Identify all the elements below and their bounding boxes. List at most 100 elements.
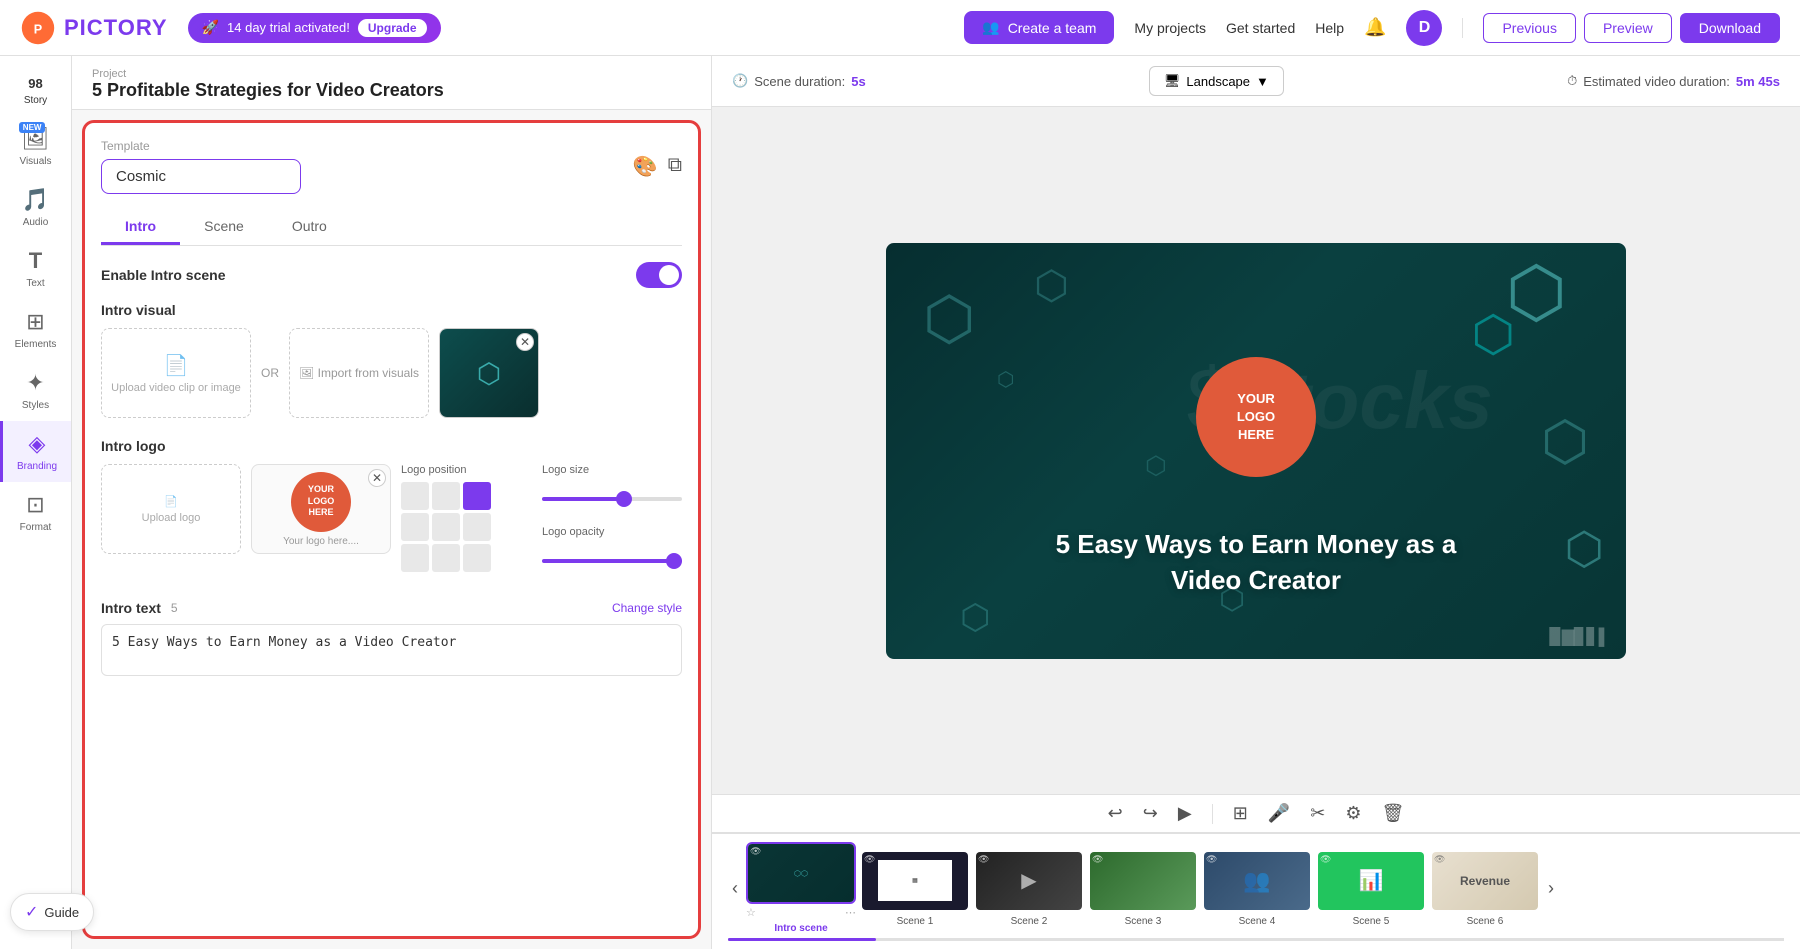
sidebar-item-audio[interactable]: 🎵 Audio <box>0 177 71 238</box>
landscape-icon: 🖥 <box>1164 73 1181 89</box>
intro-text-area[interactable]: 5 Easy Ways to Earn Money as a Video Cre… <box>101 624 682 676</box>
enable-intro-label: Enable Intro scene <box>101 267 225 283</box>
scene5-label: Scene 5 <box>1353 916 1390 927</box>
upgrade-button[interactable]: Upgrade <box>358 19 427 37</box>
hex-deco-2: ⬡ <box>1034 263 1069 309</box>
notification-icon[interactable]: 🔔 <box>1364 17 1386 38</box>
s6-eye-icon: 👁 <box>1434 854 1445 865</box>
guide-label: Guide <box>44 905 79 920</box>
tab-intro[interactable]: Intro <box>101 210 180 245</box>
pos-cell-tl[interactable] <box>401 482 429 510</box>
logo-row: 📄 Upload logo ✕ YOURLOGOHERE Your logo h… <box>101 464 682 584</box>
mic-button[interactable]: 🎤 <box>1268 803 1290 824</box>
strip-nav-left[interactable]: ‹ <box>728 878 742 899</box>
sidebar-item-styles[interactable]: ✦ Styles <box>0 360 71 421</box>
help-link[interactable]: Help <box>1315 20 1344 36</box>
pos-cell-bm[interactable] <box>432 544 460 572</box>
preview-button[interactable]: Preview <box>1584 13 1672 43</box>
delete-button[interactable]: 🗑 <box>1381 803 1404 824</box>
copy-icon[interactable]: ⧉ <box>668 154 682 179</box>
hex-decoration: ⬡ <box>477 357 501 390</box>
scene-eye-icon: 👁 <box>750 846 761 857</box>
scene-thumb-3[interactable]: 👁 Scene 3 <box>1088 850 1198 927</box>
sidebar-item-text[interactable]: T Text <box>0 238 71 299</box>
logo-preview: ✕ YOURLOGOHERE Your logo here.... <box>251 464 391 554</box>
tab-scene[interactable]: Scene <box>180 210 268 245</box>
scene-thumb-6[interactable]: Revenue 👁 Scene 6 <box>1430 850 1540 927</box>
template-input[interactable] <box>101 159 301 194</box>
video-title: 5 Easy Ways to Earn Money as aVideo Crea… <box>886 526 1626 599</box>
settings-button[interactable]: ⚙ <box>1345 803 1361 824</box>
logo-position-label: Logo position <box>401 464 522 476</box>
strip-progress <box>728 938 1784 941</box>
project-header: Project 5 Profitable Strategies for Vide… <box>72 56 711 110</box>
intro-scene-img: ⬡⬡ 👁 <box>746 842 856 904</box>
palette-icon[interactable]: 🎨 <box>633 154 658 179</box>
intro-visual-label: Intro visual <box>101 302 682 318</box>
my-projects-link[interactable]: My projects <box>1134 20 1206 36</box>
hex-deco-9: ⬡ <box>1145 451 1167 481</box>
upload-logo[interactable]: 📄 Upload logo <box>101 464 241 554</box>
remove-visual-icon[interactable]: ✕ <box>516 333 534 351</box>
remove-logo-icon[interactable]: ✕ <box>368 469 386 487</box>
upload-video-clip[interactable]: 📄 Upload video clip or image <box>101 328 251 418</box>
strip-nav-right[interactable]: › <box>1544 878 1558 899</box>
redo-button[interactable]: ↪ <box>1143 803 1158 824</box>
pos-cell-bl[interactable] <box>401 544 429 572</box>
video-toolbar: ↩ ↪ ▶ ⊞ 🎤 ✂ ⚙ 🗑 <box>712 794 1800 833</box>
enable-intro-toggle[interactable] <box>636 262 682 288</box>
template-row: Template 🎨 ⧉ <box>101 139 682 194</box>
sidebar-item-visuals[interactable]: 🖼 NEW Visuals <box>0 116 71 177</box>
preview-header: 🕐 Scene duration: 5s 🖥 Landscape ▼ ⏱ Est… <box>712 56 1800 107</box>
download-button[interactable]: Download <box>1680 13 1780 43</box>
guide-button[interactable]: ✓ Guide <box>10 893 94 931</box>
create-team-button[interactable]: 👥 Create a team <box>964 11 1114 44</box>
sidebar-item-branding[interactable]: ◈ Branding <box>0 421 71 482</box>
scene-thumb-4[interactable]: 👥 👁 Scene 4 <box>1202 850 1312 927</box>
logo-opacity-label: Logo opacity <box>542 526 682 538</box>
scene6-label: Scene 6 <box>1467 916 1504 927</box>
sidebar-item-format[interactable]: ⊡ Format <box>0 482 71 543</box>
previous-button[interactable]: Previous <box>1483 13 1575 43</box>
position-grid <box>401 482 522 572</box>
chevron-down-icon: ▼ <box>1256 74 1269 89</box>
pos-cell-tm[interactable] <box>432 482 460 510</box>
logo-opacity-slider[interactable] <box>542 559 682 563</box>
tab-outro[interactable]: Outro <box>268 210 351 245</box>
logo-caption: Your logo here.... <box>283 536 359 547</box>
s1-eye-icon: 👁 <box>864 854 875 865</box>
landscape-button[interactable]: 🖥 Landscape ▼ <box>1149 66 1284 96</box>
panel-area: Project 5 Profitable Strategies for Vide… <box>72 56 712 949</box>
undo-button[interactable]: ↩ <box>1108 803 1123 824</box>
logo-position-group: Logo position <box>401 464 522 574</box>
screen-button[interactable]: ⊞ <box>1233 803 1248 824</box>
top-navigation: P PICTORY 🚀 14 day trial activated! Upgr… <box>0 0 1800 56</box>
pos-cell-tr[interactable] <box>463 482 491 510</box>
pos-cell-mr[interactable] <box>463 513 491 541</box>
s4-eye-icon: 👁 <box>1206 854 1217 865</box>
logo-size-group: Logo size Logo opacity <box>542 464 682 574</box>
scene-thumb-intro[interactable]: ⬡⬡ 👁 ☆ ⋯ Intro scene <box>746 842 856 934</box>
cut-button[interactable]: ✂ <box>1310 803 1325 824</box>
project-title: 5 Profitable Strategies for Video Creato… <box>92 80 691 101</box>
avatar[interactable]: D <box>1406 10 1442 46</box>
change-style-button[interactable]: Change style <box>612 601 682 615</box>
scene-thumb-2[interactable]: ▶ 👁 Scene 2 <box>974 850 1084 927</box>
play-button[interactable]: ▶ <box>1178 803 1192 824</box>
sidebar-item-story[interactable]: 98 Story <box>0 66 71 116</box>
scene4-label: Scene 4 <box>1239 916 1276 927</box>
pos-cell-br[interactable] <box>463 544 491 572</box>
waveform-icon: ▉▇▊▋▌ <box>1549 627 1610 647</box>
scene-thumb-5[interactable]: 📊 👁 Scene 5 <box>1316 850 1426 927</box>
scene-thumb-1[interactable]: ▦ 👁 Scene 1 <box>860 850 970 927</box>
sidebar-item-elements[interactable]: ⊞ Elements <box>0 299 71 360</box>
import-icon: 🖼 <box>299 366 314 380</box>
import-from-visuals[interactable]: 🖼 Import from visuals <box>289 328 429 418</box>
get-started-link[interactable]: Get started <box>1226 20 1295 36</box>
enable-intro-row: Enable Intro scene <box>101 262 682 288</box>
clock-icon: 🕐 <box>732 73 748 89</box>
logo-controls: Logo position <box>401 464 682 584</box>
logo-size-slider[interactable] <box>542 497 682 501</box>
pos-cell-mm[interactable] <box>432 513 460 541</box>
pos-cell-ml[interactable] <box>401 513 429 541</box>
